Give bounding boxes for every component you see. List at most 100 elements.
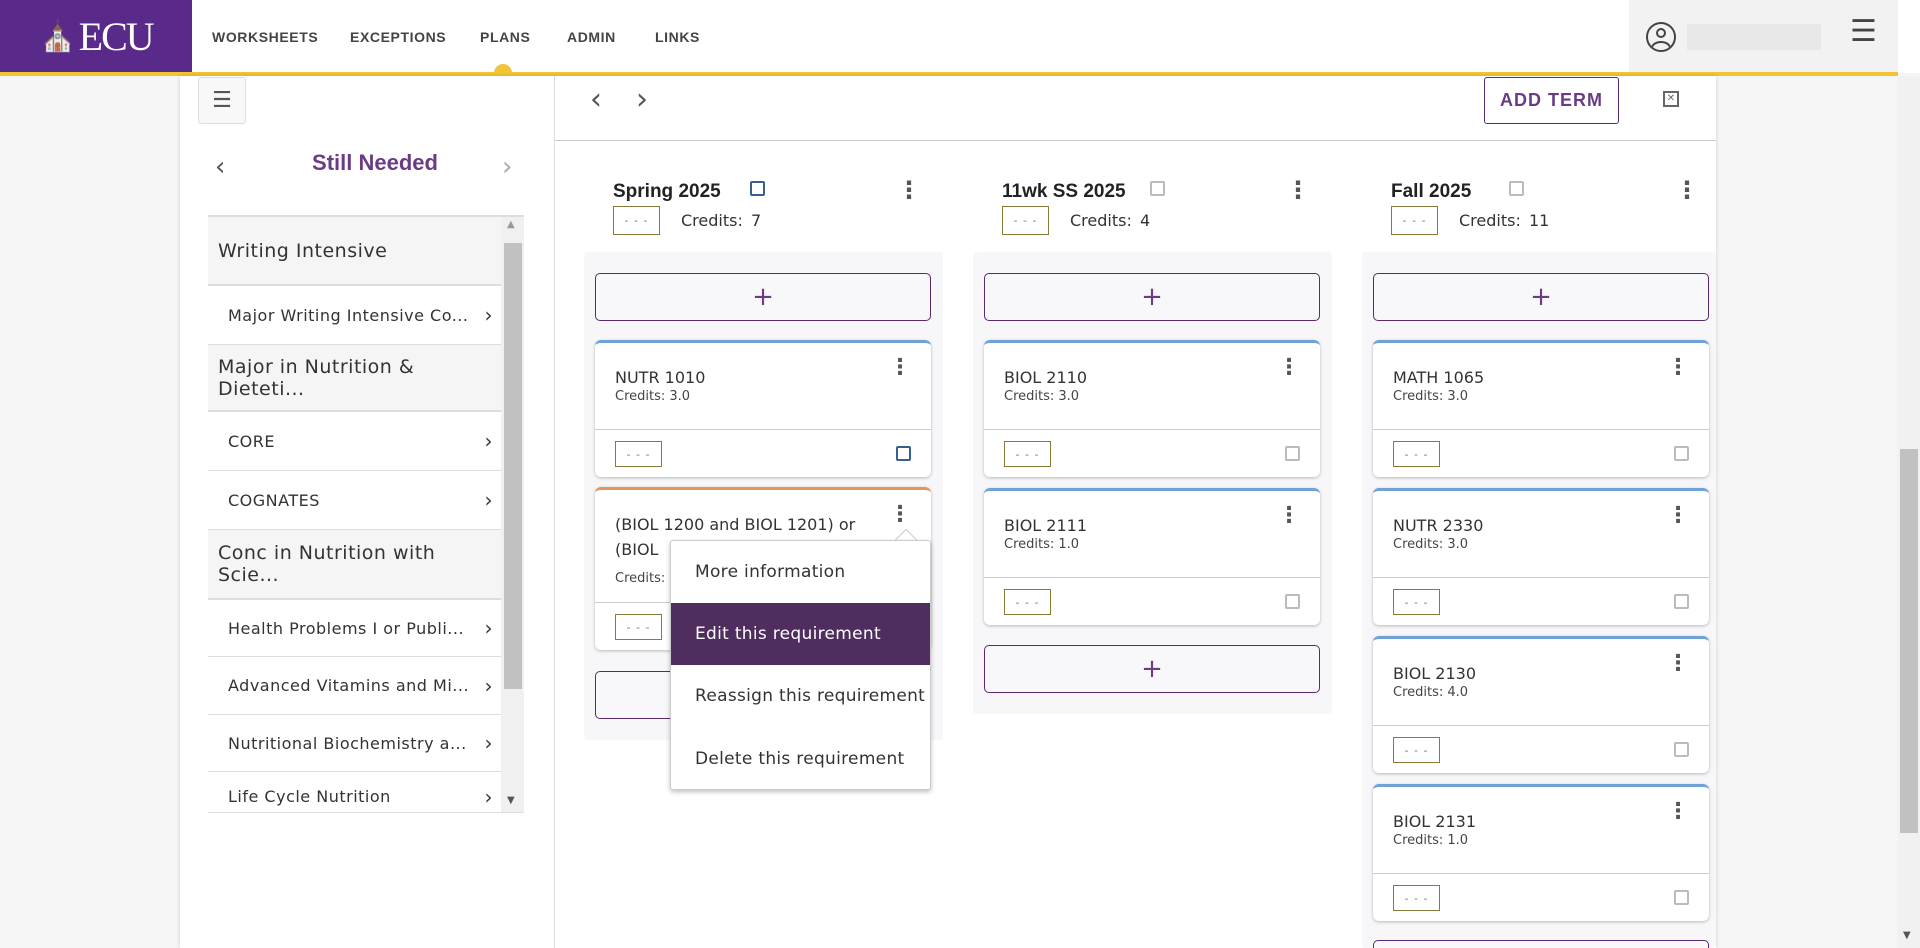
sidebar-item-label: Nutritional Biochemistry a... <box>228 733 467 753</box>
sidebar-item-label: Writing Intensive <box>218 239 388 262</box>
next-term-button[interactable]: › <box>636 82 648 117</box>
sidebar-item-label: Major Writing Intensive Co... <box>228 305 469 325</box>
chevron-right-icon: › <box>484 731 493 755</box>
nav-admin[interactable]: ADMIN <box>567 0 616 73</box>
sidebar-item[interactable]: Advanced Vitamins and Mi... › <box>208 657 501 715</box>
course-card[interactable]: BIOL 2111 Credits: 1.0 ⋮ - - - <box>984 488 1320 625</box>
course-card[interactable]: NUTR 1010 Credits: 3.0 ⋮ - - - <box>595 340 931 477</box>
note-icon[interactable] <box>1509 181 1524 196</box>
term-grade-badge[interactable]: - - - <box>1391 206 1438 235</box>
term-credits-label: Credits: <box>1070 211 1132 230</box>
nav-exceptions[interactable]: EXCEPTIONS <box>350 0 446 73</box>
prev-term-button[interactable]: ‹ <box>590 82 602 117</box>
note-icon[interactable] <box>1285 446 1300 461</box>
kebab-menu-icon[interactable]: ⋮ <box>1278 357 1300 379</box>
term-title: Fall 2025 <box>1391 181 1472 202</box>
chevron-right-icon: › <box>484 488 493 512</box>
course-grade-badge[interactable]: - - - <box>615 614 662 640</box>
kebab-menu-icon[interactable]: ⋮ <box>889 504 911 526</box>
kebab-menu-icon[interactable]: ⋮ <box>889 357 911 379</box>
kebab-menu-icon[interactable]: ⋮ <box>897 178 921 202</box>
note-icon[interactable] <box>1674 594 1689 609</box>
course-grade-badge[interactable]: - - - <box>1004 589 1051 615</box>
menu-item-edit-requirement[interactable]: Edit this requirement <box>671 603 930 665</box>
kebab-menu-icon[interactable]: ⋮ <box>1278 505 1300 527</box>
course-card[interactable]: BIOL 2130 Credits: 4.0 ⋮ - - - <box>1373 636 1709 773</box>
expand-icon[interactable]: ✕ <box>1663 91 1679 107</box>
kebab-menu-icon[interactable]: ⋮ <box>1667 357 1689 379</box>
ecu-logo[interactable]: ⛪ ECU <box>0 0 192 73</box>
sidebar-toggle-button[interactable]: ☰ <box>198 77 246 124</box>
page-scrollbar-thumb[interactable] <box>1900 449 1918 833</box>
course-card[interactable]: NUTR 2330 Credits: 3.0 ⋮ - - - <box>1373 488 1709 625</box>
term-header: Fall 2025 ⋮ - - - Credits: 11 <box>1391 178 1711 238</box>
sidebar-scrollbar-thumb[interactable] <box>504 243 522 689</box>
course-grade-badge[interactable]: - - - <box>615 441 662 467</box>
add-term-button[interactable]: ADD TERM <box>1484 77 1619 124</box>
scroll-down-icon[interactable]: ▼ <box>507 795 515 806</box>
course-title: BIOL 2110 <box>1004 368 1088 387</box>
add-course-button[interactable]: + <box>1373 273 1709 321</box>
course-credits: Credits: 4.0 <box>1393 685 1469 700</box>
menu-item-delete-requirement[interactable]: Delete this requirement <box>671 728 930 790</box>
note-icon[interactable] <box>1674 446 1689 461</box>
kebab-menu-icon[interactable]: ⋮ <box>1286 178 1310 202</box>
course-title: NUTR 1010 <box>615 368 706 387</box>
nav-worksheets[interactable]: WORKSHEETS <box>212 0 318 73</box>
course-card[interactable]: BIOL 2110 Credits: 3.0 ⋮ - - - <box>984 340 1320 477</box>
course-grade-badge[interactable]: - - - <box>1393 441 1440 467</box>
nav-plans[interactable]: PLANS <box>480 0 530 73</box>
course-card-footer: - - - <box>984 429 1320 477</box>
add-course-button[interactable]: + <box>984 645 1320 693</box>
sidebar-section-header: Major in Nutrition & Dieteti... <box>208 345 501 412</box>
kebab-menu-icon[interactable]: ⋮ <box>1675 178 1699 202</box>
sidebar-item-label: Life Cycle Nutrition <box>228 787 391 806</box>
term-credits-label: Credits: <box>1459 211 1521 230</box>
sidebar-item[interactable]: Nutritional Biochemistry a... › <box>208 715 501 772</box>
scroll-down-icon[interactable]: ▼ <box>1903 930 1911 941</box>
sidebar-section-header: Writing Intensive <box>208 217 501 286</box>
note-icon[interactable] <box>1674 742 1689 757</box>
add-course-button[interactable]: + <box>984 273 1320 321</box>
user-icon[interactable] <box>1646 22 1676 52</box>
menu-item-more-information[interactable]: More information <box>671 541 930 603</box>
note-icon[interactable] <box>750 181 765 196</box>
term-grade-badge[interactable]: - - - <box>613 206 660 235</box>
term-grade-badge[interactable]: - - - <box>1002 206 1049 235</box>
note-icon[interactable] <box>896 446 911 461</box>
sidebar-item[interactable]: Health Problems I or Publi... › <box>208 600 501 657</box>
sidebar-item[interactable]: CORE › <box>208 412 501 471</box>
kebab-menu-icon[interactable]: ⋮ <box>1667 505 1689 527</box>
kebab-menu-icon[interactable]: ⋮ <box>1667 801 1689 823</box>
menu-icon[interactable]: ☰ <box>1850 14 1877 49</box>
sidebar-item-label: Advanced Vitamins and Mi... <box>228 676 470 695</box>
kebab-menu-icon[interactable]: ⋮ <box>1667 653 1689 675</box>
course-grade-badge[interactable]: - - - <box>1004 441 1051 467</box>
note-icon[interactable] <box>1150 181 1165 196</box>
sidebar-item-label: Conc in Nutrition with Scie... <box>218 542 436 586</box>
term-title: 11wk SS 2025 <box>1002 181 1126 202</box>
chevron-left-icon[interactable]: ‹ <box>215 152 225 182</box>
add-course-button[interactable]: + <box>595 273 931 321</box>
sidebar-item[interactable]: Major Writing Intensive Co... › <box>208 286 501 345</box>
course-grade-badge[interactable]: - - - <box>1393 737 1440 763</box>
course-card[interactable]: BIOL 2131 Credits: 1.0 ⋮ - - - <box>1373 784 1709 921</box>
term-credits-label: Credits: <box>681 211 743 230</box>
course-credits: Credits: <box>615 571 666 586</box>
course-card[interactable]: MATH 1065 Credits: 3.0 ⋮ - - - <box>1373 340 1709 477</box>
course-title: NUTR 2330 <box>1393 516 1484 535</box>
chevron-right-icon: › <box>484 784 493 809</box>
sidebar-item[interactable]: Life Cycle Nutrition › <box>208 772 501 812</box>
term-column: + MATH 1065 Credits: 3.0 ⋮ - - - NUTR 2330 Cre… <box>1362 252 1716 948</box>
course-credits: Credits: 1.0 <box>1004 537 1080 552</box>
course-grade-badge[interactable]: - - - <box>1393 885 1440 911</box>
sidebar-item[interactable]: COGNATES › <box>208 471 501 530</box>
note-icon[interactable] <box>1285 594 1300 609</box>
chevron-right-icon[interactable]: › <box>502 152 512 182</box>
add-course-button[interactable]: + <box>1373 940 1709 948</box>
nav-links[interactable]: LINKS <box>655 0 700 73</box>
course-grade-badge[interactable]: - - - <box>1393 589 1440 615</box>
scroll-up-icon[interactable]: ▲ <box>507 219 515 230</box>
note-icon[interactable] <box>1674 890 1689 905</box>
menu-item-reassign-requirement[interactable]: Reassign this requirement <box>671 665 930 727</box>
